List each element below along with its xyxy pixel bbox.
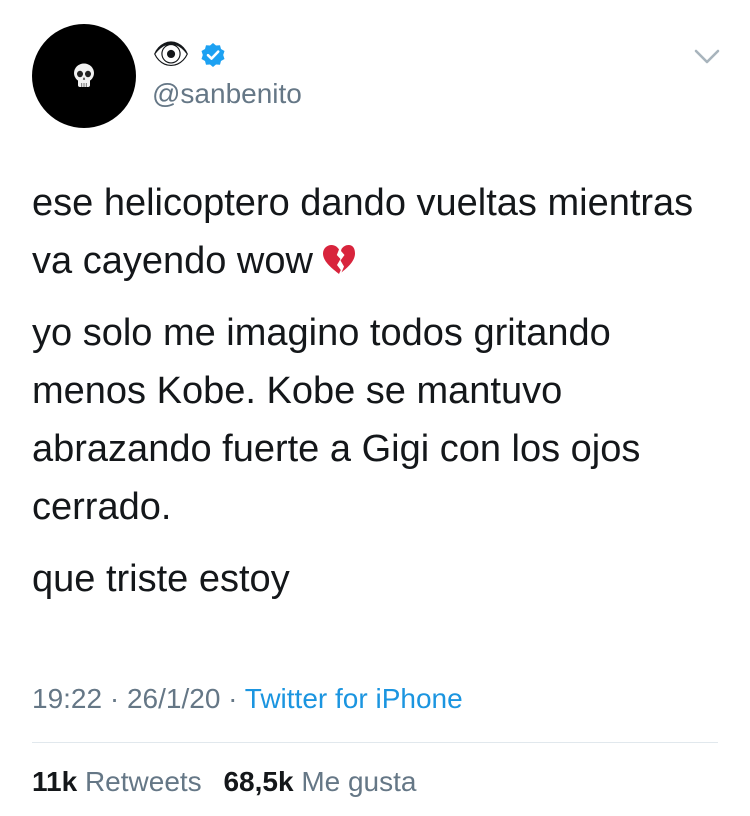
tweet-paragraph: que triste estoy (32, 558, 290, 600)
tweet-time[interactable]: 19:22 (32, 683, 102, 714)
skull-icon (74, 63, 94, 87)
chevron-down-icon[interactable] (694, 48, 720, 66)
tweet-paragraph: yo solo me imagino todos gritando menos … (32, 312, 641, 528)
author-name-row[interactable]: 👁 (152, 38, 226, 72)
avatar[interactable] (32, 24, 136, 128)
retweets-label: Retweets (84, 766, 202, 797)
tweet-meta: 19:22 · 26/1/20 · Twitter for iPhone (32, 682, 463, 716)
likes-stat[interactable]: 68,5k Me gusta (223, 766, 416, 797)
meta-separator: · (228, 683, 238, 714)
author-handle[interactable]: @sanbenito (152, 78, 302, 110)
tweet-text: ese helicoptero dando vueltas mientras v… (32, 174, 722, 622)
verified-badge-icon (201, 43, 225, 67)
display-name[interactable]: 👁 (152, 38, 190, 72)
likes-label: Me gusta (301, 766, 417, 797)
tweet-stats: 11k Retweets 68,5k Me gusta (32, 764, 430, 800)
retweets-count: 11k (32, 766, 78, 797)
likes-count: 68,5k (223, 766, 294, 797)
tweet-source-link[interactable]: Twitter for iPhone (245, 683, 463, 714)
meta-separator: · (109, 683, 120, 714)
tweet-date[interactable]: 26/1/20 (127, 683, 220, 714)
retweets-stat[interactable]: 11k Retweets (32, 766, 209, 797)
divider (32, 742, 718, 743)
tweet-paragraph: ese helicoptero dando vueltas mientras v… (32, 182, 694, 282)
tweet-card: 👁 @sanbenito ese helicoptero dando vuelt… (0, 0, 750, 816)
broken-heart-icon (322, 245, 355, 274)
